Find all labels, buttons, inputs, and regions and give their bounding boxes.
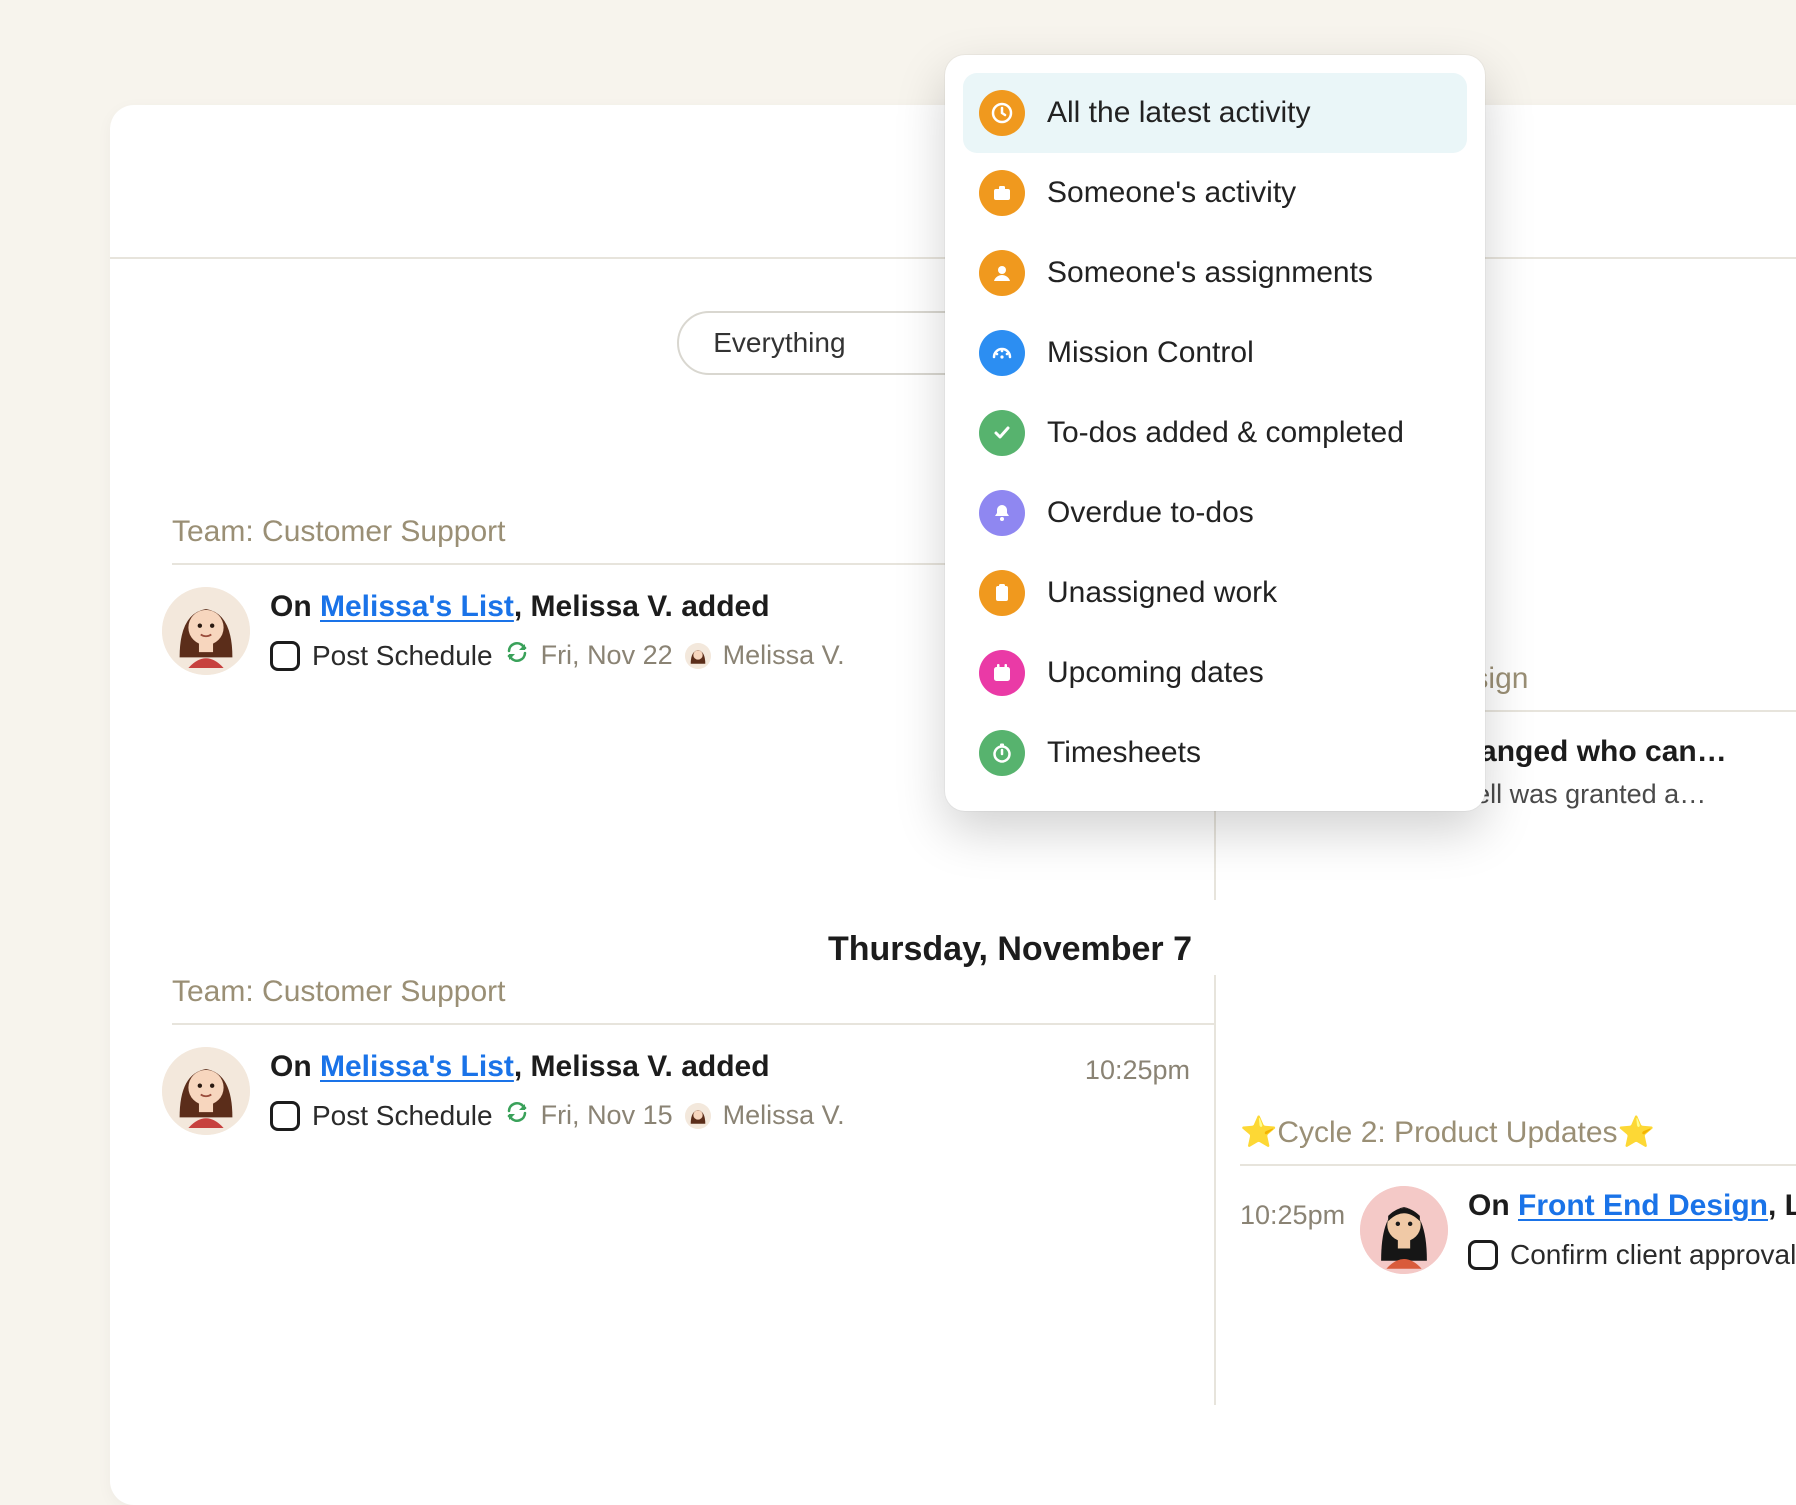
assignee[interactable]: Melissa V.	[723, 640, 845, 671]
list-link[interactable]: Front End Design	[1518, 1189, 1768, 1222]
clipboard-icon	[979, 570, 1025, 616]
menu-label: Timesheets	[1047, 736, 1201, 770]
time-label: 10:25pm	[1240, 1200, 1345, 1231]
menu-item-overdue-todos[interactable]: Overdue to-dos	[963, 473, 1467, 553]
avatar-illustration	[1360, 1186, 1448, 1274]
date-heading: Thursday, November 7	[110, 930, 1796, 969]
menu-item-mission-control[interactable]: Mission Control	[963, 313, 1467, 393]
task-name[interactable]: Confirm client approval	[1510, 1239, 1796, 1271]
briefcase-icon	[979, 170, 1025, 216]
entry-title: On Melissa's List, Melissa V. added	[270, 587, 845, 628]
entry-title: On Front End Design, Li…	[1468, 1186, 1796, 1227]
entry-suffix: , Li…	[1768, 1189, 1796, 1222]
avatar[interactable]	[162, 587, 250, 675]
clock-icon	[979, 90, 1025, 136]
person-icon	[979, 250, 1025, 296]
due-date: Fri, Nov 15	[541, 1100, 673, 1131]
menu-item-todos-added-completed[interactable]: To-dos added & completed	[963, 393, 1467, 473]
mini-avatar	[685, 1103, 711, 1129]
calendar-icon	[979, 650, 1025, 696]
activity-report-menu[interactable]: All the latest activity Someone's activi…	[945, 55, 1485, 811]
menu-item-upcoming-dates[interactable]: Upcoming dates	[963, 633, 1467, 713]
avatar-illustration	[162, 587, 250, 675]
avatar-illustration	[162, 1047, 250, 1135]
stopwatch-icon	[979, 730, 1025, 776]
section-header-customer-support[interactable]: Team: Customer Support	[110, 975, 1214, 1023]
time-label: 10:25pm	[1085, 1055, 1190, 1086]
menu-label: Someone's activity	[1047, 176, 1296, 210]
menu-item-someones-assignments[interactable]: Someone's assignments	[963, 233, 1467, 313]
section-link[interactable]: ⭐Cycle 2: Product Updates⭐	[1240, 1116, 1655, 1149]
assignee[interactable]: Melissa V.	[723, 1100, 845, 1131]
entry-prefix: On	[270, 590, 320, 623]
avatar[interactable]	[162, 1047, 250, 1135]
menu-label: To-dos added & completed	[1047, 416, 1404, 450]
todo-row[interactable]: Post Schedule Fri, Nov 15 Melissa V.	[270, 1100, 845, 1132]
section-divider	[172, 1023, 1214, 1025]
menu-item-timesheets[interactable]: Timesheets	[963, 713, 1467, 793]
menu-item-all-activity[interactable]: All the latest activity	[963, 73, 1467, 153]
task-name[interactable]: Post Schedule	[312, 1100, 493, 1132]
menu-label: Someone's assignments	[1047, 256, 1373, 290]
todo-row[interactable]: Confirm client approval	[1468, 1239, 1796, 1271]
entry-suffix: , Melissa V. added	[514, 590, 770, 623]
entry-prefix: On	[1468, 1189, 1518, 1222]
check-icon	[979, 410, 1025, 456]
task-name[interactable]: Post Schedule	[312, 640, 493, 672]
bell-icon	[979, 490, 1025, 536]
menu-label: All the latest activity	[1047, 96, 1310, 130]
entry-title: On Melissa's List, Melissa V. added	[270, 1047, 845, 1088]
recurring-icon	[505, 1100, 529, 1131]
section-link[interactable]: Team: Customer Support	[172, 975, 505, 1008]
due-date: Fri, Nov 22	[541, 640, 673, 671]
entry-prefix: On	[270, 1050, 320, 1083]
entry-suffix: , Melissa V. added	[514, 1050, 770, 1083]
checkbox[interactable]	[1468, 1240, 1498, 1270]
menu-label: Unassigned work	[1047, 576, 1277, 610]
menu-label: Upcoming dates	[1047, 656, 1264, 690]
todo-row[interactable]: Post Schedule Fri, Nov 22 Melissa V.	[270, 640, 845, 672]
gauge-icon	[979, 330, 1025, 376]
timeline-vertical-divider-2	[1214, 975, 1216, 1405]
checkbox[interactable]	[270, 641, 300, 671]
list-link[interactable]: Melissa's List	[320, 590, 514, 623]
avatar[interactable]	[1360, 1186, 1448, 1274]
activity-entry: On Melissa's List, Melissa V. added Post…	[110, 1025, 1214, 1135]
checkbox[interactable]	[270, 1101, 300, 1131]
mini-avatar	[685, 643, 711, 669]
menu-label: Mission Control	[1047, 336, 1254, 370]
section-header-cycle2[interactable]: ⭐Cycle 2: Product Updates⭐	[1240, 1115, 1796, 1164]
menu-item-unassigned-work[interactable]: Unassigned work	[963, 553, 1467, 633]
section-divider	[1240, 1164, 1796, 1166]
menu-item-someones-activity[interactable]: Someone's activity	[963, 153, 1467, 233]
recurring-icon	[505, 640, 529, 671]
list-link[interactable]: Melissa's List	[320, 1050, 514, 1083]
menu-label: Overdue to-dos	[1047, 496, 1254, 530]
section-link[interactable]: Team: Customer Support	[172, 515, 505, 548]
